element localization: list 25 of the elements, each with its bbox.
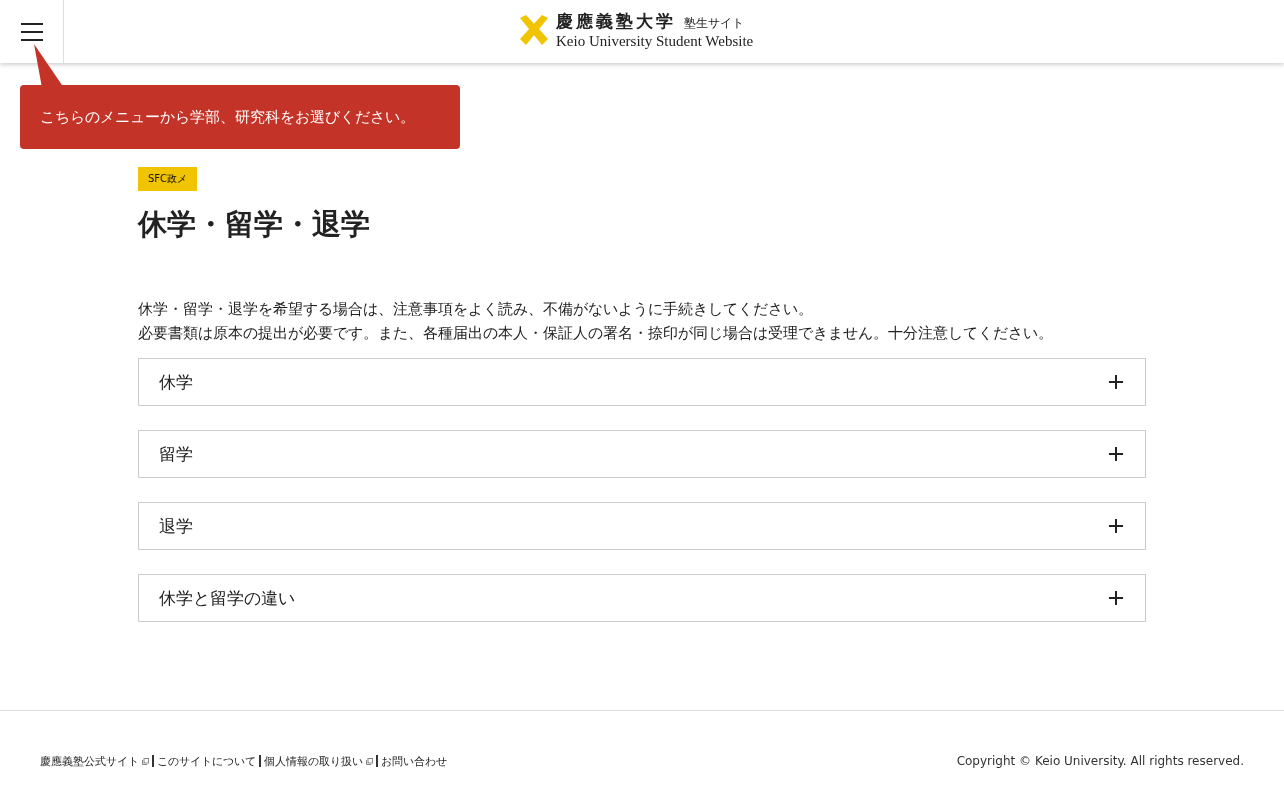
menu-icon [20, 22, 43, 41]
accordion-header[interactable]: 退学 [138, 502, 1146, 550]
accordion-header[interactable]: 留学 [138, 430, 1146, 478]
footer-link[interactable]: 個人情報の取り扱い [264, 753, 373, 769]
accordion-header[interactable]: 休学と留学の違い [138, 574, 1146, 622]
external-link-icon [366, 757, 373, 765]
category-tag: SFC政メ [138, 167, 198, 191]
footer-link[interactable]: 慶應義塾公式サイト [40, 753, 149, 769]
logo-subtitle: 塾生サイト [684, 15, 744, 32]
menu-tooltip: こちらのメニューから学部、研究科をお選びください。 [20, 85, 460, 149]
plus-icon [1109, 375, 1123, 389]
footer-link[interactable]: このサイトについて [157, 753, 256, 769]
plus-icon [1109, 447, 1123, 461]
intro-text: 休学・留学・退学を希望する場合は、注意事項をよく読み、不備がないように手続きしてください。 必要書類は原本の提出が必要です。また、各種届出の本人・保証人の署名・捺印が同じ場合は受理できません。十分注意してください。 [138, 299, 1054, 344]
logo-title: 慶應義塾大学 [556, 10, 676, 33]
logo-english: Keio University Student Website [556, 33, 754, 50]
menu-button[interactable] [0, 0, 64, 63]
site-logo[interactable]: 慶應義塾大学 塾生サイト Keio University Student Website [518, 10, 754, 50]
footer-link[interactable]: お問い合わせ [381, 753, 447, 769]
plus-icon [1109, 519, 1123, 533]
page-title: 休学・留学・退学 [138, 206, 371, 243]
accordion-header[interactable]: 休学 [138, 358, 1146, 406]
copyright-text: Copyright © Keio University. All rights reserved. [956, 754, 1244, 768]
plus-icon [1109, 591, 1123, 605]
external-link-icon [142, 757, 149, 765]
